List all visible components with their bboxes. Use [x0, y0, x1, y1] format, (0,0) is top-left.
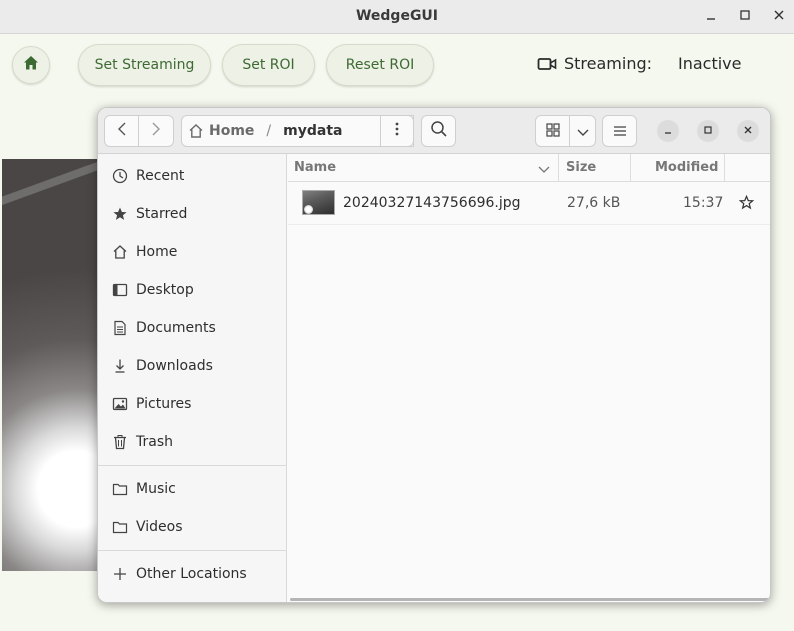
- file-name: 20240327143756696.jpg: [343, 195, 521, 211]
- view-options-button[interactable]: [570, 115, 596, 147]
- dialog-minimize-button[interactable]: [657, 120, 679, 142]
- chevron-left-icon: [117, 121, 127, 141]
- back-button[interactable]: [104, 115, 139, 147]
- folder-icon: [111, 518, 129, 536]
- home-icon: [22, 54, 40, 76]
- sidebar-item-starred[interactable]: Starred: [98, 197, 287, 231]
- minimize-button[interactable]: [700, 6, 722, 28]
- close-icon: [773, 9, 785, 25]
- sidebar-item-label: Home: [136, 244, 178, 260]
- places-sidebar: Recent Starred Home Desktop Documents Do…: [98, 154, 287, 602]
- file-chooser-dialog: Home / mydata Recent Starred Home Deskto…: [97, 107, 771, 603]
- desktop-icon: [111, 281, 129, 299]
- maximize-icon: [739, 9, 751, 25]
- minimize-icon: [705, 9, 717, 25]
- home-button[interactable]: [12, 46, 50, 84]
- path-home-button[interactable]: Home: [188, 123, 254, 139]
- column-divider: [630, 154, 631, 181]
- sidebar-item-downloads[interactable]: Downloads: [98, 349, 287, 383]
- sidebar-item-trash[interactable]: Trash: [98, 425, 287, 459]
- maximize-icon: [703, 125, 713, 138]
- sidebar-item-pictures[interactable]: Pictures: [98, 387, 287, 421]
- close-button[interactable]: [768, 6, 790, 28]
- home-icon: [111, 243, 129, 261]
- search-button[interactable]: [421, 115, 456, 147]
- file-list-header: Name Size Modified: [288, 154, 770, 182]
- sidebar-item-videos[interactable]: Videos: [98, 510, 287, 544]
- video-camera-icon: [537, 56, 557, 76]
- sidebar-item-music[interactable]: Music: [98, 472, 287, 506]
- reset-roi-button[interactable]: Reset ROI: [326, 44, 434, 86]
- dialog-maximize-button[interactable]: [697, 120, 719, 142]
- close-icon: [743, 125, 753, 138]
- more-vertical-icon: [394, 121, 400, 141]
- sidebar-divider: [98, 550, 287, 551]
- sidebar-item-recent[interactable]: Recent: [98, 159, 287, 193]
- set-streaming-button[interactable]: Set Streaming: [78, 44, 211, 86]
- search-icon: [430, 120, 448, 142]
- chevron-down-icon: [577, 122, 589, 141]
- path-home-label: Home: [209, 123, 255, 139]
- sidebar-item-label: Other Locations: [136, 566, 247, 582]
- grid-view-button[interactable]: [535, 115, 570, 147]
- horizontal-scrollbar[interactable]: [290, 598, 770, 601]
- sidebar-divider: [98, 465, 287, 466]
- sort-chevron-down-icon: [538, 163, 550, 178]
- star-outline-icon[interactable]: [738, 194, 755, 214]
- grid-icon: [545, 122, 560, 141]
- path-separator: /: [266, 123, 272, 139]
- path-menu-button[interactable]: [380, 115, 414, 147]
- file-modified: 15:37: [683, 195, 724, 211]
- dialog-header: Home / mydata: [98, 108, 770, 154]
- document-icon: [111, 319, 129, 337]
- column-divider: [558, 154, 559, 181]
- window-title: WedgeGUI: [355, 8, 439, 24]
- main-menu-button[interactable]: [602, 115, 637, 147]
- column-divider: [724, 154, 725, 181]
- file-size: 27,6 kB: [567, 195, 621, 211]
- sidebar-item-documents[interactable]: Documents: [98, 311, 287, 345]
- forward-button[interactable]: [139, 115, 174, 147]
- sidebar-item-label: Starred: [136, 206, 188, 222]
- sidebar-item-label: Downloads: [136, 358, 213, 374]
- window-titlebar: WedgeGUI: [0, 0, 794, 34]
- maximize-button[interactable]: [734, 6, 756, 28]
- column-header-modified[interactable]: Modified: [655, 160, 718, 175]
- sidebar-item-desktop[interactable]: Desktop: [98, 273, 287, 307]
- minimize-icon: [663, 125, 673, 138]
- dialog-close-button[interactable]: [737, 120, 759, 142]
- clock-icon: [111, 167, 129, 185]
- sidebar-item-label: Trash: [136, 434, 173, 450]
- chevron-right-icon: [151, 121, 161, 141]
- picture-icon: [111, 395, 129, 413]
- sidebar-item-label: Music: [136, 481, 176, 497]
- sidebar-item-label: Desktop: [136, 282, 194, 298]
- trash-icon: [111, 433, 129, 451]
- star-icon: [111, 205, 129, 223]
- home-icon: [188, 123, 204, 139]
- folder-icon: [111, 480, 129, 498]
- column-header-name[interactable]: Name: [294, 160, 336, 175]
- sidebar-item-other-locations[interactable]: Other Locations: [98, 557, 287, 591]
- hamburger-menu-icon: [613, 122, 627, 141]
- streaming-status: Inactive: [678, 54, 742, 73]
- sidebar-item-label: Documents: [136, 320, 216, 336]
- plus-icon: [111, 565, 129, 583]
- image-thumbnail: [302, 190, 335, 215]
- file-row[interactable]: 20240327143756696.jpg 27,6 kB 15:37: [288, 183, 770, 225]
- sidebar-item-label: Recent: [136, 168, 185, 184]
- set-roi-button[interactable]: Set ROI: [222, 44, 315, 86]
- column-header-size[interactable]: Size: [566, 160, 596, 175]
- path-current-folder[interactable]: mydata: [283, 123, 342, 139]
- download-icon: [111, 357, 129, 375]
- streaming-label: Streaming:: [564, 54, 653, 73]
- sidebar-item-label: Pictures: [136, 396, 192, 412]
- sidebar-item-home[interactable]: Home: [98, 235, 287, 269]
- camera-preview-image: [2, 159, 98, 571]
- sidebar-item-label: Videos: [136, 519, 183, 535]
